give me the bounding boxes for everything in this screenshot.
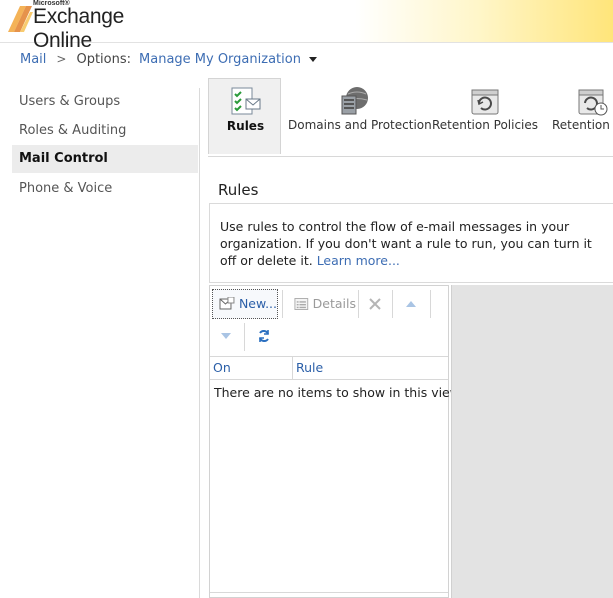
delete-button[interactable] [362, 289, 388, 319]
grid-footer [210, 592, 448, 597]
breadcrumb-current-link[interactable]: Manage My Organization [139, 52, 301, 67]
tab-rules[interactable]: Rules [208, 78, 281, 154]
toolbar-divider [392, 290, 393, 318]
column-header-rule[interactable]: Rule [292, 357, 452, 379]
details-label: Details [312, 296, 356, 311]
page-title: Rules [218, 181, 259, 199]
exchange-logo-icon [8, 6, 33, 32]
details-pane [451, 285, 613, 598]
rules-icon [231, 87, 261, 115]
exchange-online-logo[interactable]: Microsoft® Exchange Online [6, 0, 186, 52]
new-rule-icon [219, 297, 235, 310]
rules-list-panel: New... Details On Rule There are no item… [209, 285, 463, 598]
retention-policies-icon [471, 89, 499, 115]
refresh-icon [259, 330, 269, 342]
arrow-down-icon [221, 333, 231, 339]
toolbar-divider [244, 323, 245, 351]
tab-retention-policies[interactable]: Retention Policies [430, 78, 540, 154]
left-navigation: Users & Groups Roles & Auditing Mail Con… [0, 88, 200, 598]
delete-x-icon [369, 298, 381, 310]
chevron-right-icon: > [56, 52, 67, 66]
empty-list-message: There are no items to show in this view. [214, 385, 463, 400]
nav-item-phone-voice[interactable]: Phone & Voice [12, 175, 198, 203]
details-icon [294, 298, 309, 310]
move-down-button[interactable] [212, 321, 240, 351]
feature-tabbar: Rules Domains and Protection Retention P… [208, 78, 613, 157]
breadcrumb-mail-link[interactable]: Mail [20, 52, 46, 67]
toolbar-divider [282, 290, 283, 318]
nav-item-mail-control[interactable]: Mail Control [12, 145, 198, 173]
new-rule-label: New... [238, 296, 277, 311]
tab-rules-label: Rules [226, 119, 265, 133]
tab-retention-tags[interactable]: Retention T [546, 78, 613, 154]
details-button[interactable]: Details [290, 289, 356, 319]
new-rule-button[interactable]: New... [212, 289, 278, 319]
tab-domains-protection-label: Domains and Protection [288, 118, 432, 132]
dropdown-arrow-icon[interactable] [308, 56, 317, 62]
refresh-button[interactable] [250, 321, 278, 351]
domains-protection-icon [341, 87, 368, 115]
tab-retention-tags-label: Retention T [552, 118, 613, 132]
retention-tags-icon [578, 89, 608, 116]
column-header-on[interactable]: On [210, 357, 293, 379]
grid-column-headers: On Rule [210, 356, 448, 380]
toolbar-divider [358, 290, 359, 318]
tab-domains-protection[interactable]: Domains and Protection [288, 78, 432, 154]
nav-item-users-groups[interactable]: Users & Groups [12, 88, 198, 116]
breadcrumb: Mail > Options: Manage My Organization [20, 50, 317, 68]
rules-description: Use rules to control the flow of e-mail … [209, 203, 613, 283]
tab-retention-policies-label: Retention Policies [431, 118, 539, 132]
app-header: Microsoft® Exchange Online [0, 0, 613, 52]
move-up-button[interactable] [396, 289, 426, 319]
learn-more-link[interactable]: Learn more... [317, 253, 400, 268]
description-text: Use rules to control the flow of e-mail … [220, 219, 592, 268]
app-name: Exchange Online [33, 5, 125, 52]
arrow-up-icon [406, 301, 416, 307]
breadcrumb-options-label: Options: [76, 51, 132, 67]
toolbar-divider [430, 290, 431, 318]
nav-item-roles-auditing[interactable]: Roles & Auditing [12, 117, 198, 145]
